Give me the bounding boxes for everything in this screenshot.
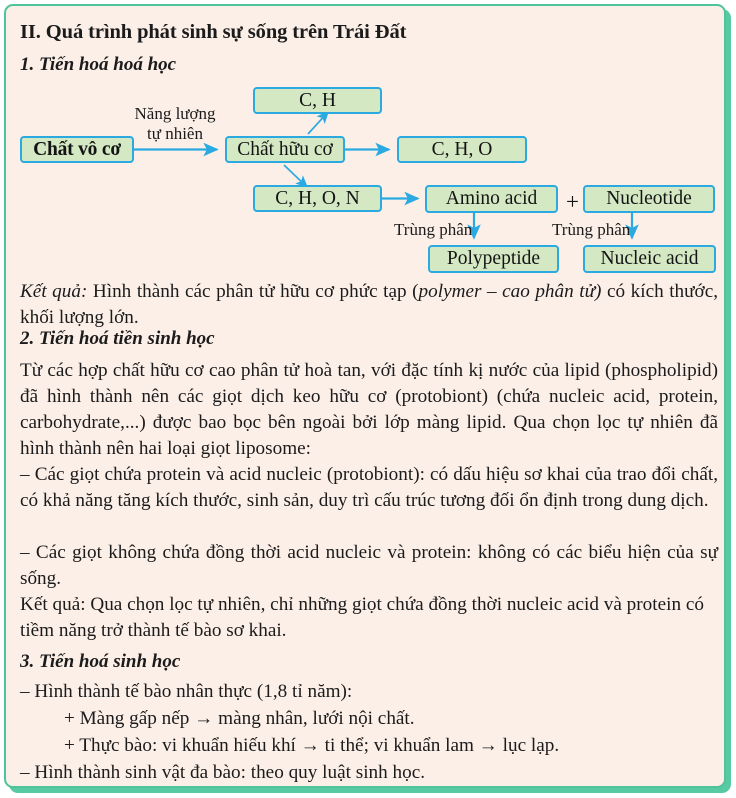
sub-bullet-membrane-folding: + Màng gấp nếp → màng nhân, lưới nội chấ… <box>64 708 415 729</box>
bullet-multicellular-formation: – Hình thành sinh vật đa bào: theo quy l… <box>20 762 426 783</box>
page-sheet: II. Quá trình phát sinh sự sống trên Trá… <box>4 4 726 788</box>
node-cho[interactable]: C, H, O <box>397 136 527 163</box>
node-nucleotide[interactable]: Nucleotide <box>583 185 715 213</box>
node-amino-acid[interactable]: Amino acid <box>425 185 558 213</box>
label-natural-energy-line2: tự nhiên <box>147 124 203 143</box>
result-paragraph-2: Kết quả: Qua chọn lọc tự nhiên, chỉ nhữn… <box>20 594 704 641</box>
node-ch[interactable]: C, H <box>253 87 382 114</box>
label-polymerization-left: Trùng phân <box>394 220 473 239</box>
sub-bullet-phagocytosis: + Thực bào: vi khuẩn hiếu khí → ti thể; … <box>64 735 560 756</box>
result-paragraph-1: Kết quả: Hình thành các phân tử hữu cơ p… <box>20 279 718 331</box>
textbook-page: II. Quá trình phát sinh sự sống trên Trá… <box>0 0 736 798</box>
label-polymerization-right: Trùng phân <box>552 220 631 239</box>
bullet-protobiont-droplets: – Các giọt chứa protein và acid nucleic … <box>20 464 718 511</box>
result-italic-1: polymer – cao phân tử) <box>418 281 602 302</box>
node-organic-substance[interactable]: Chất hữu cơ <box>225 136 345 163</box>
chemical-evolution-diagram: Chất vô cơ Năng lượng tự nhiên Chất hữu … <box>6 6 724 296</box>
paragraph-prebiotic-evolution: Từ các hợp chất hữu cơ cao phân tử hoà t… <box>20 360 718 459</box>
plus-sign: + <box>566 189 579 214</box>
node-chon[interactable]: C, H, O, N <box>253 185 382 212</box>
section-heading-3: 3. Tiến hoá sinh học <box>20 651 181 672</box>
node-inorganic-substance[interactable]: Chất vô cơ <box>20 136 134 163</box>
bullet-nonliving-droplets: – Các giọt không chứa đồng thời acid nuc… <box>20 542 718 589</box>
label-natural-energy-line1: Năng lượng <box>134 104 216 123</box>
node-nucleic-acid[interactable]: Nucleic acid <box>583 245 716 273</box>
section-heading-2: 2. Tiến hoá tiền sinh học <box>20 328 215 349</box>
result-label-1: Kết quả: <box>20 281 88 302</box>
result-text-1a: Hình thành các phân tử hữu cơ phức tạp ( <box>87 281 419 302</box>
bullet-eukaryote-formation: – Hình thành tế bào nhân thực (1,8 tỉ nă… <box>20 681 353 702</box>
node-polypeptide[interactable]: Polypeptide <box>428 245 559 273</box>
